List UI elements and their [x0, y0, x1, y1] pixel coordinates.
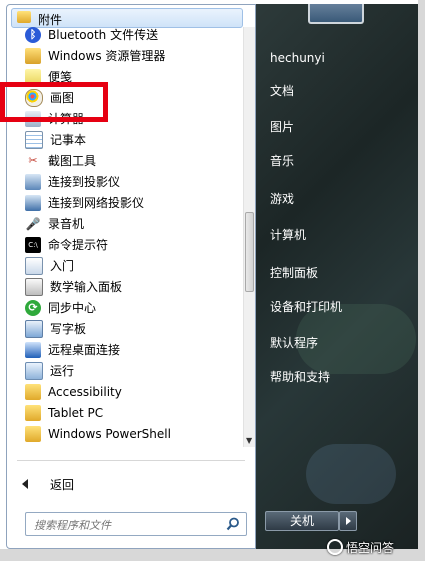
snipping-tool-icon: ✂	[28, 153, 38, 167]
program-item-label: 数学输入面板	[50, 280, 123, 294]
program-item[interactable]: Windows 资源管理器	[25, 45, 241, 66]
notepad-icon	[25, 130, 43, 149]
program-item-label: 运行	[50, 364, 75, 378]
wordpad-icon	[25, 319, 43, 338]
right-menu-item[interactable]: 音乐	[270, 152, 294, 169]
right-menu-item[interactable]: 游戏	[270, 190, 294, 207]
program-item-label: 命令提示符	[48, 238, 109, 252]
program-item-label: 入门	[50, 259, 75, 273]
shutdown-button[interactable]: 关机	[265, 511, 339, 531]
program-item-label: 录音机	[48, 217, 85, 231]
right-menu-item[interactable]: 文档	[270, 82, 294, 99]
back-button[interactable]: 返回	[17, 474, 237, 494]
user-name-link[interactable]: hechunyi	[270, 51, 325, 65]
search-input[interactable]	[32, 515, 226, 535]
program-item-label: Tablet PC	[48, 405, 104, 420]
program-item-label: 远程桌面连接	[48, 343, 121, 357]
program-item[interactable]: 数学输入面板	[25, 276, 241, 297]
search-box[interactable]	[25, 512, 247, 536]
program-item-label: Windows PowerShell	[48, 426, 171, 441]
microphone-icon: 🎤	[25, 216, 41, 231]
right-menu-item[interactable]: 控制面板	[270, 264, 318, 281]
program-item[interactable]: Tablet PC	[25, 402, 241, 423]
program-item-label: 同步中心	[48, 301, 97, 315]
program-item[interactable]: Windows PowerShell	[25, 423, 241, 444]
bluetooth-icon: ᛒ	[25, 26, 41, 43]
scrollbar[interactable]: ▼	[243, 27, 255, 447]
program-item-label: Windows 资源管理器	[48, 49, 166, 63]
background-blur	[306, 444, 396, 504]
projector-icon	[25, 173, 41, 190]
command-prompt-icon: C:\	[25, 236, 41, 253]
program-item-label: Accessibility	[48, 384, 122, 399]
folder-icon	[25, 425, 41, 442]
right-menu-item[interactable]: 默认程序	[270, 334, 318, 351]
right-menu-item[interactable]: 设备和打印机	[270, 298, 342, 315]
program-item[interactable]: 🎤 录音机	[25, 213, 241, 234]
folder-icon	[25, 404, 41, 421]
scroll-down-arrow-icon[interactable]: ▼	[246, 436, 252, 445]
program-item[interactable]: C:\ 命令提示符	[25, 234, 241, 255]
folder-icon	[25, 383, 41, 400]
program-item[interactable]: 写字板	[25, 318, 241, 339]
explorer-icon	[25, 47, 41, 64]
watermark-logo-icon	[327, 539, 343, 555]
program-item[interactable]: ᛒ Bluetooth 文件传送	[25, 24, 241, 45]
right-menu-item[interactable]: 计算机	[270, 226, 306, 243]
user-avatar[interactable]	[308, 4, 364, 24]
program-item[interactable]: Accessibility	[25, 381, 241, 402]
right-menu-item[interactable]: 帮助和支持	[270, 368, 330, 385]
sync-center-icon: ⟳	[25, 299, 41, 316]
math-input-icon	[25, 277, 43, 296]
program-item[interactable]: 入门	[25, 255, 241, 276]
back-arrow-icon	[22, 479, 28, 489]
folder-icon	[17, 11, 31, 23]
run-icon	[25, 361, 43, 380]
program-item[interactable]: 远程桌面连接	[25, 339, 241, 360]
back-label: 返回	[50, 477, 75, 492]
paint-highlight-box	[0, 82, 108, 122]
program-item-label: 记事本	[50, 133, 87, 147]
program-item[interactable]: ⟳ 同步中心	[25, 297, 241, 318]
network-projector-icon	[25, 194, 41, 211]
program-item[interactable]: 连接到网络投影仪	[25, 192, 241, 213]
shutdown-options-arrow-icon[interactable]	[339, 511, 357, 531]
program-item-label: 截图工具	[48, 154, 97, 168]
program-item-label: 连接到网络投影仪	[48, 196, 145, 210]
program-item[interactable]: 运行	[25, 360, 241, 381]
program-item-label: 连接到投影仪	[48, 175, 121, 189]
start-menu-screenshot: 附件 ᛒ Bluetooth 文件传送 Windows 资源管理器 便笺 画图 计算器 记事…	[0, 0, 425, 561]
program-item[interactable]: 连接到投影仪	[25, 171, 241, 192]
remote-desktop-icon	[25, 341, 41, 358]
getting-started-icon	[25, 256, 43, 275]
window-edge	[418, 0, 425, 561]
watermark: 悟空问答	[327, 536, 394, 558]
program-item-label: Bluetooth 文件传送	[48, 28, 159, 42]
search-icon[interactable]	[226, 517, 240, 531]
watermark-text: 悟空问答	[346, 540, 395, 555]
right-menu-panel: hechunyi 文档图片音乐游戏计算机控制面板设备和打印机 默认程序帮助和支持 关…	[256, 4, 418, 549]
scrollbar-thumb[interactable]	[245, 212, 254, 292]
divider	[17, 460, 245, 461]
right-menu-item[interactable]: 图片	[270, 118, 294, 135]
program-item[interactable]: ✂ 截图工具	[25, 150, 241, 171]
program-item-label: 写字板	[50, 322, 87, 336]
program-item[interactable]: 记事本	[25, 129, 241, 150]
